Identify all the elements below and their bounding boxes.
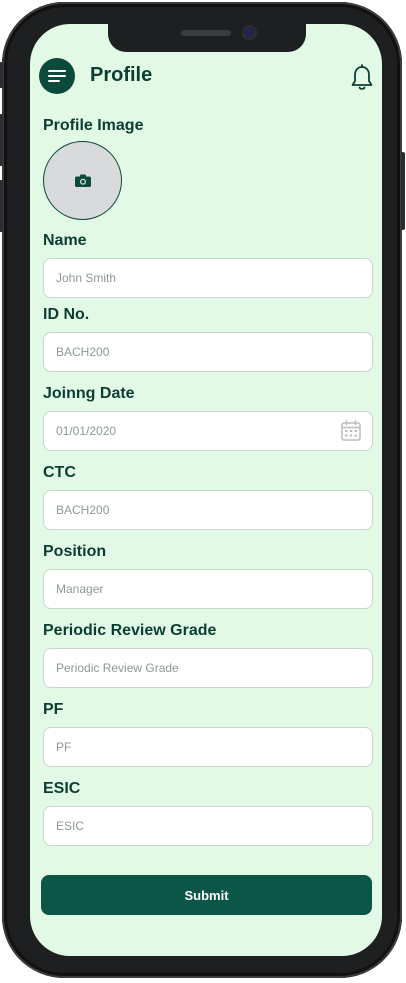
notch — [108, 24, 306, 52]
esic-input[interactable] — [43, 806, 373, 846]
name-input[interactable] — [43, 258, 373, 298]
position-label: Position — [43, 543, 107, 560]
camera-icon — [75, 174, 91, 187]
periodic-review-grade-label: Periodic Review Grade — [43, 622, 217, 639]
calendar-icon[interactable] — [341, 420, 361, 441]
volume-up-button — [0, 114, 3, 166]
joining-date-input[interactable] — [43, 411, 373, 451]
esic-label: ESIC — [43, 780, 81, 797]
ctc-input[interactable] — [43, 490, 373, 530]
ctc-label: CTC — [43, 464, 76, 481]
menu-icon — [48, 70, 66, 72]
menu-icon-line — [48, 75, 66, 77]
name-label: Name — [43, 232, 87, 249]
id-no-label: ID No. — [43, 306, 90, 323]
position-input[interactable] — [43, 569, 373, 609]
periodic-review-grade-input[interactable] — [43, 648, 373, 688]
pf-input[interactable] — [43, 727, 373, 767]
mute-switch — [0, 62, 3, 88]
pf-label: PF — [43, 701, 64, 718]
profile-image-label: Profile Image — [43, 117, 144, 134]
front-camera — [244, 27, 255, 38]
phone-frame: Profile Profile Image Name ID No. Joinng… — [0, 2, 405, 978]
power-button — [401, 152, 405, 230]
menu-icon-line — [48, 80, 60, 82]
profile-image-upload[interactable] — [43, 141, 122, 220]
menu-button[interactable] — [39, 58, 75, 94]
bell-icon[interactable] — [350, 64, 374, 92]
volume-down-button — [0, 180, 3, 232]
submit-button[interactable]: Submit — [41, 875, 372, 915]
page-title: Profile — [90, 64, 153, 86]
id-no-input[interactable] — [43, 332, 373, 372]
joining-date-label: Joinng Date — [43, 385, 135, 402]
app-screen: Profile Profile Image Name ID No. Joinng… — [30, 24, 382, 956]
speaker — [181, 30, 231, 36]
